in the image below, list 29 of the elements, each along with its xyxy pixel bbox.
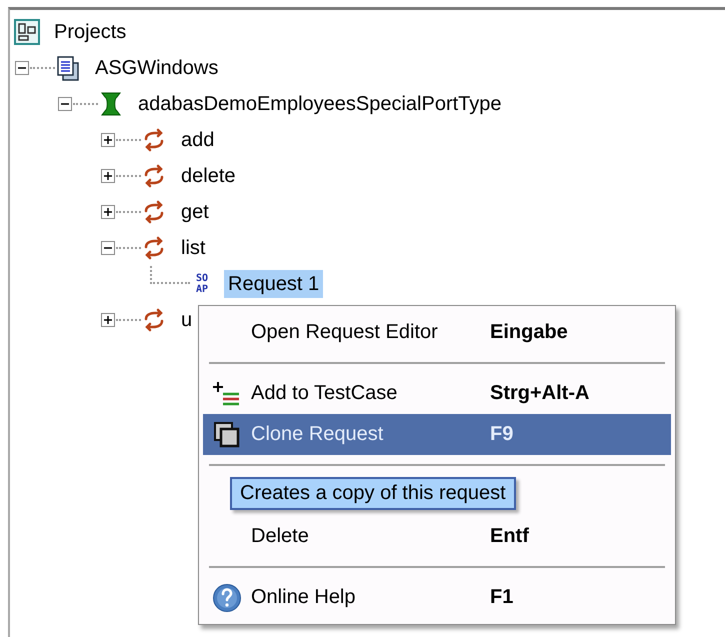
request-icon: SO AP (190, 271, 214, 297)
copy-icon (213, 420, 241, 448)
expand-icon[interactable] (101, 313, 115, 327)
menu-item[interactable]: Clone Request F9 (203, 414, 671, 455)
connector-line (150, 266, 190, 284)
menu-item[interactable]: Online Help F1 (203, 577, 671, 618)
tree-item[interactable]: add (177, 126, 218, 154)
tree-item[interactable]: get (177, 198, 213, 226)
menu-item[interactable]: Delete Entf (203, 516, 671, 557)
tree-item[interactable]: delete (177, 162, 240, 190)
menu-item[interactable]: Add to TestCase Strg+Alt-A (203, 373, 671, 414)
tooltip: Creates a copy of this request (230, 477, 516, 510)
menu-item[interactable]: Open Request Editor Eingabe (203, 312, 671, 353)
tree-item[interactable]: adabasDemoEmployeesSpecialPortType (134, 90, 506, 118)
expand-icon[interactable] (101, 205, 115, 219)
tree-item[interactable]: list (177, 234, 210, 262)
tree-item[interactable]: Request 1 (224, 270, 324, 298)
i-beam-icon (98, 91, 124, 117)
collapse-icon[interactable] (15, 61, 29, 75)
expand-icon[interactable] (101, 169, 115, 183)
tree-item[interactable]: Projects (50, 18, 130, 46)
document-stack-icon (55, 55, 81, 81)
collapse-icon[interactable] (58, 97, 72, 111)
tree-item[interactable]: ASGWindows (91, 54, 222, 82)
tree-item[interactable]: u (177, 306, 196, 334)
help-icon (212, 582, 242, 612)
collapse-icon[interactable] (101, 241, 115, 255)
projects-icon (14, 19, 40, 45)
expand-icon[interactable] (101, 133, 115, 147)
